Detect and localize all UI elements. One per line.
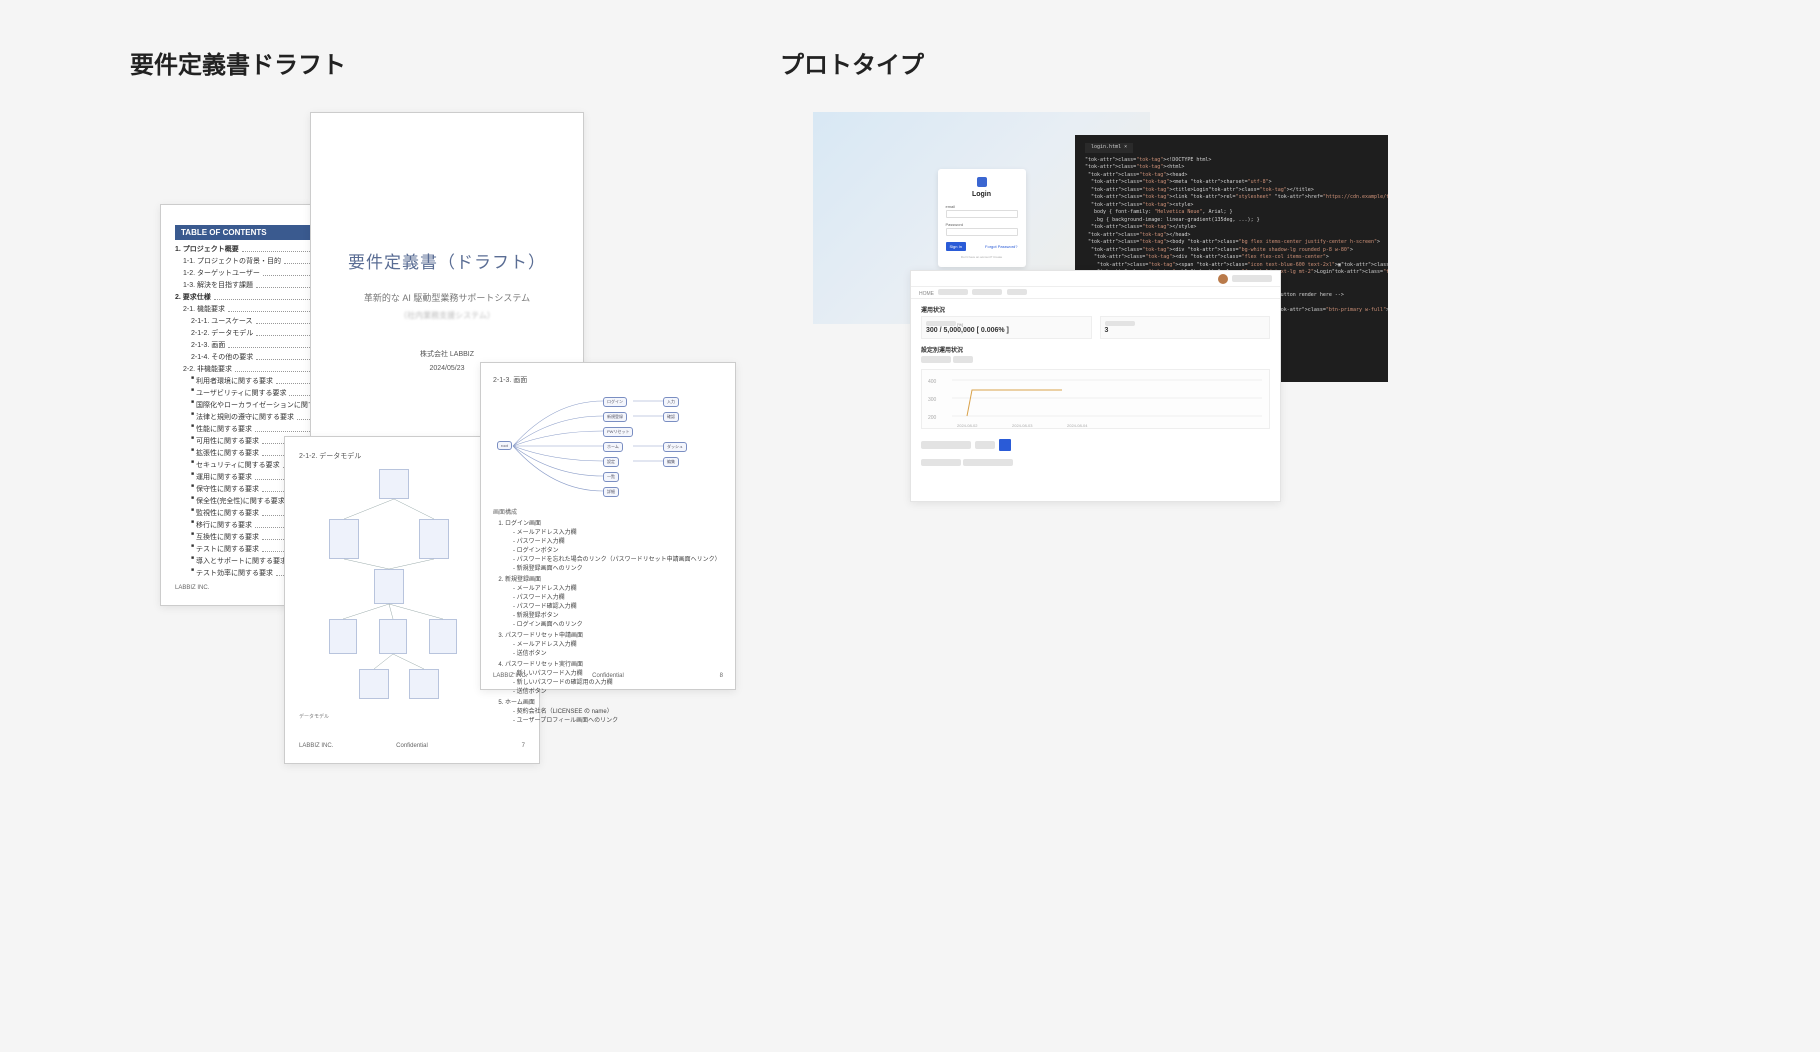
svg-text:2024-08-03: 2024-08-03 bbox=[1012, 423, 1033, 428]
flow-sublist-item: 新規登録ボタン bbox=[513, 610, 723, 619]
avatar-icon[interactable] bbox=[1218, 274, 1228, 284]
svg-text:200: 200 bbox=[928, 415, 937, 421]
dashboard-section1-label: 運用状況 bbox=[921, 305, 1270, 314]
page-flow: 2-1-3. 画面 root ログイン 新規登録 PWリセット ホーム 設定 一… bbox=[480, 362, 736, 690]
svg-text:2024-08-04: 2024-08-04 bbox=[1067, 423, 1088, 428]
prototype-dashboard: HOME 運用状況 [%] 300 / 5,000,000 [ 0.006% ]… bbox=[910, 270, 1281, 502]
email-label: email bbox=[946, 204, 1018, 209]
datamodel-footer-left: LABBIZ INC. bbox=[299, 743, 333, 749]
flow-diagram: root ログイン 新規登録 PWリセット ホーム 設定 一覧 詳細 入力 確認… bbox=[493, 391, 723, 501]
svg-text:300: 300 bbox=[928, 397, 937, 403]
doc-sub2: （社内業務支援システム） bbox=[399, 310, 495, 321]
flow-sublist-item: 契約会社名（LICENSEE の name） bbox=[513, 706, 723, 715]
flow-list-item: ホーム画面契約会社名（LICENSEE の name）ユーザープロフィール画面へ… bbox=[505, 697, 723, 724]
flow-footer-left: LABBIZ INC. bbox=[493, 673, 527, 679]
flow-sublist-item: ログイン画面へのリンク bbox=[513, 619, 723, 628]
doc-date: 2024/05/23 bbox=[429, 365, 464, 372]
stat-card-2-value: 3 bbox=[1105, 327, 1109, 334]
flow-sublist-item: メールアドレス入力欄 bbox=[513, 583, 723, 592]
signin-button[interactable]: Sign In bbox=[946, 242, 966, 251]
login-app-icon bbox=[977, 177, 987, 187]
login-title: Login bbox=[972, 191, 991, 198]
stat-card-1-value: 300 / 5,000,000 [ 0.006% ] bbox=[926, 327, 1009, 334]
email-field[interactable] bbox=[946, 210, 1018, 218]
username-blurred bbox=[1232, 275, 1272, 282]
stat-card-2: 3 bbox=[1100, 316, 1271, 339]
flow-list-item: 新規登録画面メールアドレス入力欄パスワード入力欄パスワード確認入力欄新規登録ボタ… bbox=[505, 574, 723, 628]
flow-sublist-item: パスワード入力欄 bbox=[513, 592, 723, 601]
stat-card-1: [%] 300 / 5,000,000 [ 0.006% ] bbox=[921, 316, 1092, 339]
flow-sublist-item: メールアドレス入力欄 bbox=[513, 527, 723, 536]
password-label: Password bbox=[946, 222, 1018, 227]
dashboard-nav: HOME bbox=[911, 287, 1280, 299]
doc-company: 株式会社 LABBIZ bbox=[420, 349, 474, 359]
toc-footer: LABBIZ INC. bbox=[175, 585, 209, 591]
svg-text:2024-08-02: 2024-08-02 bbox=[957, 423, 978, 428]
section-title-draft: 要件定義書ドラフト bbox=[130, 45, 346, 80]
datamodel-caption: データモデル bbox=[299, 713, 525, 720]
flow-sublist-item: メールアドレス入力欄 bbox=[513, 639, 723, 648]
flow-screen-list: ログイン画面メールアドレス入力欄パスワード入力欄ログインボタンパスワードを忘れた… bbox=[493, 518, 723, 724]
doc-title: 要件定義書（ドラフト） bbox=[348, 248, 546, 273]
flow-sublist-item: 新規登録画面へのリンク bbox=[513, 563, 723, 572]
flow-list-item: ログイン画面メールアドレス入力欄パスワード入力欄ログインボタンパスワードを忘れた… bbox=[505, 518, 723, 572]
dashboard-topbar bbox=[911, 271, 1280, 287]
password-field[interactable] bbox=[946, 228, 1018, 236]
flow-list-item: パスワードリセット申請画面メールアドレス入力欄送信ボタン bbox=[505, 630, 723, 657]
flow-section-title: 画面構成 bbox=[493, 507, 723, 516]
flow-sublist-item: パスワードを忘れた場合のリンク（パスワードリセット申請画面へリンク） bbox=[513, 554, 723, 563]
flow-sublist-item: ユーザープロフィール画面へのリンク bbox=[513, 715, 723, 724]
datamodel-footer-center: Confidential bbox=[396, 743, 428, 749]
dashboard-chart: 400 300 200 2024-08-02 2024-08-03 2024-0… bbox=[921, 369, 1270, 429]
dashboard-section2-label: 設定別運用状況 bbox=[921, 345, 1270, 354]
login-footnote: Don't have an account? Create bbox=[961, 255, 1002, 259]
flow-sublist-item: 送信ボタン bbox=[513, 686, 723, 695]
code-tab[interactable]: login.html × bbox=[1085, 143, 1133, 153]
dashboard-footer-controls bbox=[921, 435, 1270, 455]
flow-footer-page: 8 bbox=[720, 673, 723, 679]
flow-sublist-item: 送信ボタン bbox=[513, 648, 723, 657]
datamodel-footer-page: 7 bbox=[522, 743, 525, 749]
section-title-prototype: プロトタイプ bbox=[780, 45, 924, 80]
nav-home[interactable]: HOME bbox=[919, 291, 934, 297]
flow-footer-center: Confidential bbox=[592, 673, 624, 679]
forgot-password-link[interactable]: Forgot Password? bbox=[985, 244, 1017, 249]
flow-sublist-item: パスワード確認入力欄 bbox=[513, 601, 723, 610]
flow-sublist-item: パスワード入力欄 bbox=[513, 536, 723, 545]
login-card: Login email Password Sign In Forgot Pass… bbox=[938, 169, 1026, 267]
flow-header: 2-1-3. 画面 bbox=[493, 375, 723, 385]
search-button[interactable] bbox=[999, 439, 1011, 451]
flow-sublist-item: ログインボタン bbox=[513, 545, 723, 554]
svg-text:400: 400 bbox=[928, 379, 937, 385]
doc-subtitle: 革新的な AI 駆動型業務サポートシステム bbox=[364, 291, 530, 304]
